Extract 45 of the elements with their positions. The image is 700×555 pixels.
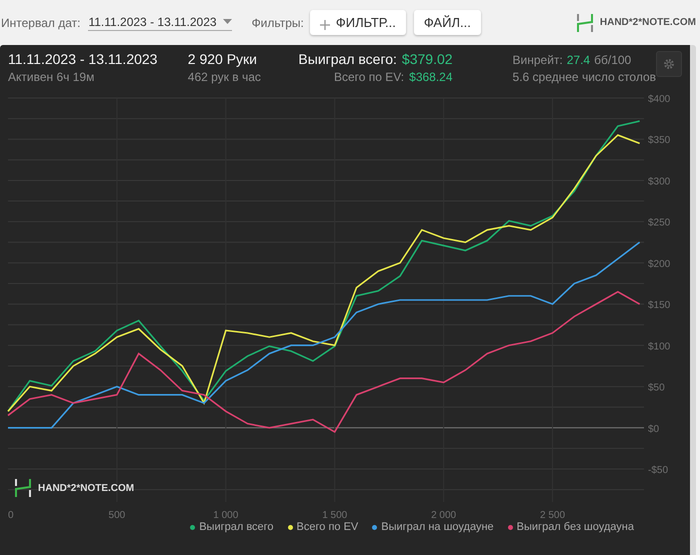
legend-label[interactable]: Выиграл на шоудауне: [381, 521, 494, 533]
won-label: Выиграл всего:: [298, 51, 397, 67]
watermark-logo-text: HAND*2*NOTE.COM: [38, 482, 134, 494]
y-axis-label: $350: [648, 135, 670, 146]
legend-label[interactable]: Всего по EV: [296, 521, 358, 533]
plus-icon: [320, 18, 330, 28]
logo-icon: [14, 477, 32, 499]
period-text: 11.11.2023 - 13.11.2023: [8, 51, 158, 67]
y-axis-label: $0: [648, 424, 660, 435]
ev-value: $368.24: [409, 70, 453, 84]
x-axis-label: 1 000: [213, 510, 238, 521]
legend-label[interactable]: Выиграл всего: [199, 521, 274, 533]
y-axis-label: $300: [648, 176, 670, 188]
y-axis-label: $200: [648, 258, 670, 270]
hands-per-hour: 462 рук в час: [188, 70, 262, 84]
x-axis-label: 1 500: [322, 510, 348, 521]
winrate-value: 27.4: [566, 53, 590, 67]
add-filter-button[interactable]: ФИЛЬТР...: [310, 10, 406, 35]
filters-label: Фильтры:: [252, 16, 304, 30]
hands-count: 2 920 Руки: [188, 51, 258, 67]
x-axis-label: 500: [108, 510, 126, 521]
won-value: $379.02: [402, 51, 453, 67]
logo-text: HAND*2*NOTE.COM: [600, 17, 696, 28]
legend-label[interactable]: Выиграл без шоудауна: [516, 521, 634, 533]
tables-text: 5.6 среднее число столов: [512, 70, 656, 84]
y-axis-label: $50: [648, 382, 665, 394]
x-axis-label: 2 000: [431, 510, 456, 521]
gear-icon: [663, 57, 675, 71]
y-axis-label: $250: [648, 218, 670, 229]
winrate-unit: бб/100: [594, 53, 632, 67]
ev-label: Всего по EV:: [334, 70, 404, 84]
caret-icon: [222, 19, 232, 24]
winrate-label: Винрейт:: [512, 53, 563, 67]
active-time-text: Активен 6ч 19м: [8, 70, 96, 84]
x-axis-label: 0: [8, 510, 14, 521]
y-axis-label: $150: [648, 300, 670, 312]
settings-button[interactable]: [656, 51, 682, 77]
date-label: Интервал дат:: [1, 16, 80, 30]
date-range-dropdown[interactable]: 11.11.2023 - 13.11.2023: [88, 14, 232, 30]
file-button[interactable]: ФАЙЛ...: [414, 10, 481, 35]
y-axis-label: $100: [648, 341, 670, 352]
x-axis-label: 2 500: [540, 510, 566, 521]
logo-icon: [576, 12, 594, 32]
y-axis-label: $400: [648, 94, 670, 105]
y-axis-label: -$50: [648, 465, 668, 476]
